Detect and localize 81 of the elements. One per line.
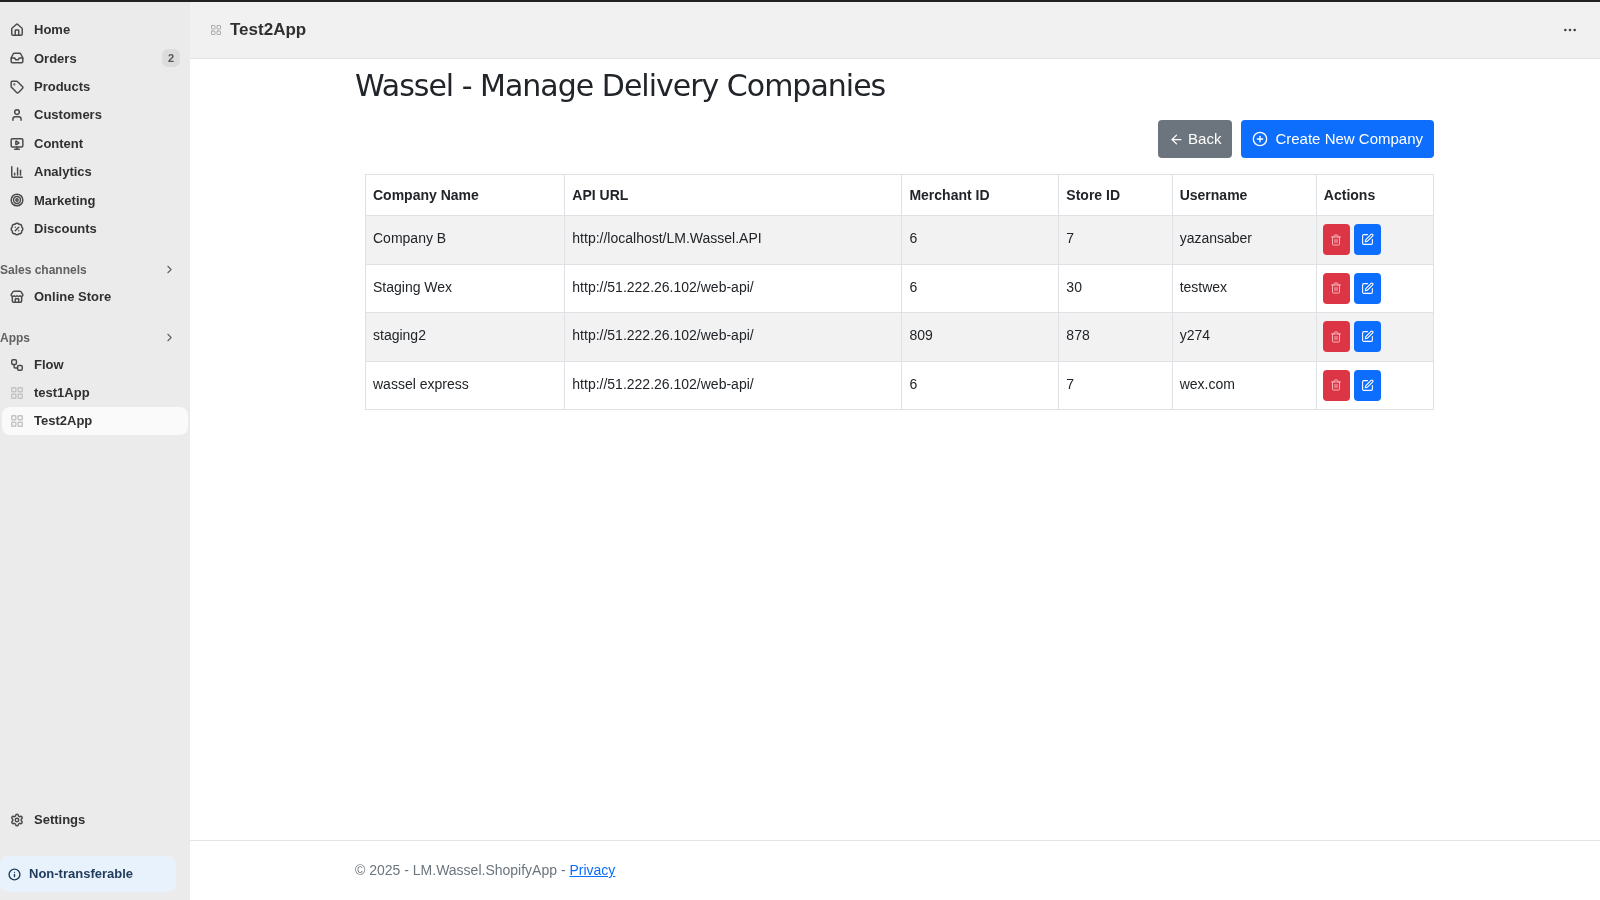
app-grid-icon xyxy=(210,24,222,36)
edit-button[interactable] xyxy=(1353,272,1381,304)
edit-button[interactable] xyxy=(1353,321,1381,353)
column-header: Actions xyxy=(1316,174,1434,216)
inbox-icon xyxy=(10,51,24,66)
table-cell: 6 xyxy=(901,215,1059,264)
table-cell: Company B xyxy=(365,215,565,264)
table-cell: http://51.222.26.102/web-api/ xyxy=(564,264,902,313)
store-icon xyxy=(10,289,24,304)
edit-button[interactable] xyxy=(1353,224,1381,256)
table-cell: http://localhost/LM.Wassel.API xyxy=(564,215,902,264)
percent-badge-icon xyxy=(10,221,24,236)
column-header: Username xyxy=(1172,174,1317,216)
section-header[interactable]: Apps xyxy=(0,324,190,351)
target-icon xyxy=(10,193,24,208)
count-badge: 2 xyxy=(161,49,180,68)
flow-icon xyxy=(10,357,24,372)
trash-icon xyxy=(1330,330,1343,343)
table-cell: 6 xyxy=(901,264,1059,313)
home-icon xyxy=(10,23,24,37)
trash-icon xyxy=(1330,282,1343,295)
sidebar-item[interactable]: Home xyxy=(2,16,188,44)
sidebar-item[interactable]: Analytics xyxy=(2,157,188,186)
person-icon xyxy=(10,108,24,123)
sidebar-item[interactable]: Orders 2 xyxy=(2,44,188,73)
table-cell: http://51.222.26.102/web-api/ xyxy=(564,312,902,361)
sidebar-item[interactable]: Online Store xyxy=(2,282,188,311)
table-cell: wex.com xyxy=(1172,361,1317,410)
table-cell: testwex xyxy=(1172,264,1317,313)
table-cell: 878 xyxy=(1058,312,1173,361)
sidebar-item[interactable]: Products xyxy=(2,72,188,101)
table-cell: 809 xyxy=(901,312,1059,361)
sidebar-item[interactable]: test1App xyxy=(2,378,188,407)
sidebar-item[interactable]: Customers xyxy=(2,101,188,130)
table-cell: 7 xyxy=(1058,361,1173,410)
back-button[interactable]: Back xyxy=(1158,120,1233,158)
app-grid-icon xyxy=(10,385,24,400)
table-cell: 7 xyxy=(1058,215,1173,264)
settings-item[interactable]: Settings xyxy=(0,806,190,834)
delete-button[interactable] xyxy=(1322,321,1350,353)
table-cell: yazansaber xyxy=(1172,215,1317,264)
table-cell: y274 xyxy=(1172,312,1317,361)
sidebar-item[interactable]: Marketing xyxy=(2,186,188,215)
edit-icon xyxy=(1360,233,1374,247)
tag-icon xyxy=(10,79,24,94)
section-header[interactable]: Sales channels xyxy=(0,256,190,283)
table-cell: 6 xyxy=(901,361,1059,410)
delete-button[interactable] xyxy=(1322,224,1350,256)
delete-button[interactable] xyxy=(1322,369,1350,401)
table-cell: 30 xyxy=(1058,264,1173,313)
table-cell: Staging Wex xyxy=(365,264,565,313)
screen-icon xyxy=(10,136,24,151)
sidebar-item[interactable]: Content xyxy=(2,129,188,158)
bar-chart-icon xyxy=(10,164,24,179)
column-header: Company Name xyxy=(365,174,565,216)
sidebar-item[interactable]: Discounts xyxy=(2,214,188,243)
trash-icon xyxy=(1330,233,1343,246)
table-cell: http://51.222.26.102/web-api/ xyxy=(564,361,902,410)
page-title: Wassel - Manage Delivery Companies xyxy=(355,67,887,105)
delete-button[interactable] xyxy=(1322,272,1350,304)
edit-icon xyxy=(1360,330,1374,344)
notice-banner: Non-transferable xyxy=(0,856,176,892)
column-header: API URL xyxy=(564,174,902,216)
trash-icon xyxy=(1330,379,1343,392)
table-cell: wassel express xyxy=(365,361,565,410)
edit-button[interactable] xyxy=(1353,369,1381,401)
gear-icon xyxy=(10,813,24,827)
table-cell: staging2 xyxy=(365,312,565,361)
app-title: Test2App xyxy=(230,19,308,42)
column-header: Store ID xyxy=(1058,174,1173,216)
privacy-link[interactable]: Privacy xyxy=(569,860,616,881)
sidebar-item[interactable]: Test2App xyxy=(2,406,188,435)
sidebar-item[interactable]: Flow xyxy=(2,350,188,379)
app-grid-icon xyxy=(10,413,24,428)
column-header: Merchant ID xyxy=(901,174,1059,216)
footer-text: © 2025 - LM.Wassel.ShopifyApp - xyxy=(355,861,567,880)
info-icon xyxy=(8,867,21,881)
edit-icon xyxy=(1360,378,1374,392)
plus-circle-icon xyxy=(1252,131,1269,147)
edit-icon xyxy=(1360,281,1374,295)
create-button[interactable]: Create New Company xyxy=(1241,120,1434,158)
